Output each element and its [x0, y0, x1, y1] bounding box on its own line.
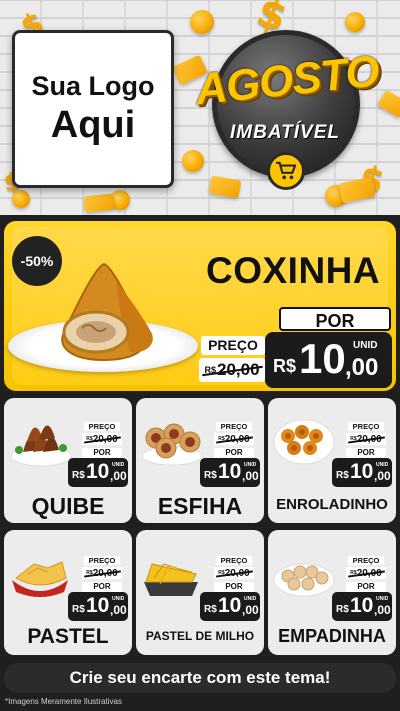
por-label: POR: [214, 448, 254, 458]
money-bill-icon: [83, 193, 115, 213]
quibe-image: [10, 425, 72, 467]
old-price: R$ 20,00: [82, 433, 122, 445]
product-card: PREÇO R$ 20,00 POR R$ 10 UNID ,00 ENROLA…: [268, 398, 396, 523]
preco-label: PREÇO: [348, 556, 384, 565]
esfiha-image: [141, 423, 203, 466]
header: $ $ $ $ Sua Logo Aqui AGOSTO IMBATÍVEL: [0, 0, 400, 215]
price-box: R$ 10 UNID ,00: [332, 458, 392, 487]
product-card: PREÇO R$ 20,00 POR R$ 10 UNID ,00 PASTEL: [4, 530, 132, 655]
coin-icon: [12, 190, 30, 208]
unit-label: UNID: [112, 462, 125, 468]
coin-icon: [345, 12, 365, 32]
preco-label: PREÇO: [84, 422, 120, 431]
product-name: ESFIHA: [157, 493, 243, 519]
cta-text: Crie seu encarte com este tema!: [69, 668, 331, 687]
price-int: 10: [218, 594, 242, 617]
por-label: POR: [214, 582, 254, 592]
featured-price-dec: ,00: [345, 354, 379, 381]
logo-line-2: Aqui: [50, 103, 136, 146]
price-dec: ,00: [110, 469, 127, 483]
old-price: R$ 20,00: [214, 567, 254, 579]
cta-banner[interactable]: Crie seu encarte com este tema!: [4, 663, 396, 693]
price-dec: ,00: [110, 603, 127, 617]
shopping-cart-icon: [267, 152, 305, 190]
coxinha-image: [61, 262, 153, 362]
product-name: EMPADINHA: [278, 626, 386, 646]
old-price: R$ 20,00: [82, 567, 122, 579]
por-label: POR: [82, 448, 122, 458]
unit-label: UNID: [376, 462, 389, 468]
featured-unit-label: UNID: [353, 340, 378, 351]
old-price: R$ 20,00: [346, 433, 386, 445]
footnote: *Imagens Meramente Ilustrativas: [5, 697, 122, 706]
currency: R$: [336, 470, 349, 481]
por-label: POR: [346, 582, 386, 592]
preco-label: PREÇO: [216, 422, 252, 431]
featured-preco-label: PREÇO: [201, 336, 265, 355]
unit-label: UNID: [112, 596, 125, 602]
currency: R$: [72, 470, 85, 481]
preco-label: PREÇO: [348, 422, 384, 431]
empadinha-image: [273, 563, 335, 597]
currency: R$: [204, 604, 217, 615]
old-price: R$ 20,00: [214, 433, 254, 445]
featured-price-box: R$ 10 UNID ,00: [265, 332, 392, 388]
preco-label: PREÇO: [216, 556, 252, 565]
price-int: 10: [350, 460, 374, 483]
pastel-de-milho-image: [144, 563, 198, 596]
price-box: R$ 10 UNID ,00: [200, 592, 260, 621]
pastel-image: [12, 561, 68, 597]
price-box: R$ 10 UNID ,00: [200, 458, 260, 487]
preco-label: PREÇO: [84, 556, 120, 565]
product-card: PREÇO R$ 20,00 POR R$ 10 UNID ,00 EMPADI…: [268, 530, 396, 655]
price-box: R$ 10 UNID ,00: [68, 592, 128, 621]
badge-title: AGOSTO: [192, 46, 381, 115]
price-box: R$ 10 UNID ,00: [68, 458, 128, 487]
price-int: 10: [218, 460, 242, 483]
featured-por-label: POR: [279, 307, 391, 331]
product-name: PASTEL DE MILHO: [145, 629, 255, 643]
badge-subtitle: IMBATÍVEL: [230, 122, 340, 143]
unit-label: UNID: [244, 596, 257, 602]
price-box: R$ 10 UNID ,00: [332, 592, 392, 621]
old-price: R$ 20,00: [346, 567, 386, 579]
currency: R$: [336, 604, 349, 615]
product-card: PREÇO R$ 20,00 POR R$ 10 UNID ,00 ESFIHA: [136, 398, 264, 523]
price-dec: ,00: [374, 603, 391, 617]
currency: R$: [72, 604, 85, 615]
price-int: 10: [86, 594, 110, 617]
currency: R$: [204, 470, 217, 481]
product-card: PREÇO R$ 20,00 POR R$ 10 UNID ,00 PASTEL…: [136, 530, 264, 655]
product-name: PASTEL: [27, 625, 109, 648]
price-int: 10: [86, 460, 110, 483]
featured-product-name: COXINHA: [206, 250, 381, 291]
price-dec: ,00: [374, 469, 391, 483]
price-dec: ,00: [242, 603, 259, 617]
featured-old-price: R$ 20,00: [199, 358, 265, 382]
product-name: ENROLADINHO: [276, 496, 388, 513]
logo-line-1: Sua Logo: [31, 70, 155, 101]
unit-label: UNID: [244, 462, 257, 468]
price-dec: ,00: [242, 469, 259, 483]
por-label: POR: [82, 582, 122, 592]
unit-label: UNID: [376, 596, 389, 602]
product-name: QUIBE: [31, 493, 105, 519]
featured-currency: R$: [273, 356, 297, 376]
price-int: 10: [350, 594, 374, 617]
por-label: POR: [346, 448, 386, 458]
enroladinho-image: [273, 419, 335, 465]
logo-placeholder: Sua Logo Aqui: [12, 30, 174, 188]
product-card: PREÇO R$ 20,00 POR R$ 10 UNID ,00 QUIBE: [4, 398, 132, 523]
featured-price-int: 10: [299, 335, 346, 382]
campaign-badge: AGOSTO IMBATÍVEL: [193, 30, 381, 195]
flyer: $ $ $ $ Sua Logo Aqui AGOSTO IMBATÍVEL: [0, 0, 400, 711]
